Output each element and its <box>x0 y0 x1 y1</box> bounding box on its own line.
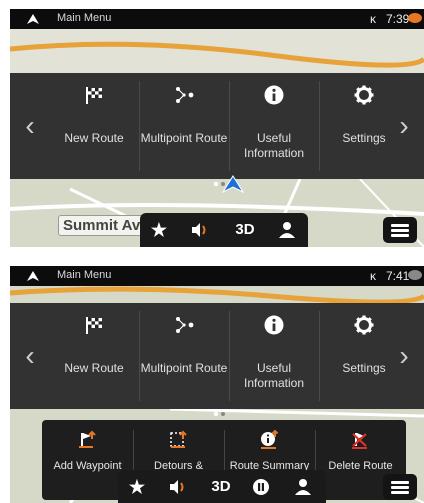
chevron-left-icon[interactable]: ‹ <box>10 303 50 409</box>
screen-main-menu: Main Menu ĸ 7:39 ‹ New Route Multipoint … <box>10 9 424 247</box>
view-mode-3d-button[interactable]: 3D <box>206 477 236 497</box>
screen-title: Main Menu <box>57 12 112 24</box>
menu-item-useful-information[interactable]: Useful Information <box>230 73 318 179</box>
menu-item-new-route[interactable]: New Route <box>50 303 138 409</box>
pause-icon[interactable] <box>248 477 274 497</box>
back-arrow-icon[interactable] <box>26 12 40 26</box>
main-menu-panel: ‹ New Route Multipoint Route Useful Info… <box>10 303 424 409</box>
hamburger-menu-icon[interactable] <box>383 474 417 500</box>
status-bar: Main Menu ĸ 7:39 <box>10 9 424 29</box>
gear-icon <box>354 85 374 105</box>
clock: 7:39 <box>386 12 410 26</box>
menu-item-multipoint-route[interactable]: Multipoint Route <box>140 303 228 409</box>
message-icon[interactable] <box>408 13 422 23</box>
screen-title: Main Menu <box>57 269 112 281</box>
view-mode-3d-button[interactable]: 3D <box>230 220 260 240</box>
back-arrow-icon[interactable] <box>26 269 40 283</box>
chevron-right-icon[interactable]: › <box>384 73 424 179</box>
message-icon[interactable] <box>408 270 422 280</box>
gps-icon: ĸ <box>370 12 376 26</box>
info-icon <box>264 315 284 335</box>
delete-route-icon <box>352 433 367 449</box>
gear-icon <box>354 315 374 335</box>
chevron-left-icon[interactable]: ‹ <box>10 73 50 179</box>
map-bottom-bar: ★ 3D <box>140 213 308 247</box>
favorites-star-icon[interactable]: ★ <box>124 477 150 497</box>
menu-item-label: Multipoint Route <box>140 131 228 145</box>
menu-item-useful-information[interactable]: Useful Information <box>230 303 318 409</box>
add-waypoint-icon <box>79 430 96 448</box>
multipoint-route-icon <box>176 87 194 103</box>
clock: 7:41 <box>386 269 410 283</box>
favorites-star-icon[interactable]: ★ <box>146 220 172 240</box>
checkered-flag-icon <box>86 317 102 334</box>
menu-item-label: Multipoint Route <box>140 361 228 375</box>
menu-item-label: Useful Information <box>243 361 305 390</box>
menu-item-multipoint-route[interactable]: Multipoint Route <box>140 73 228 179</box>
person-location-icon[interactable] <box>290 477 316 497</box>
hamburger-menu-icon[interactable] <box>383 217 417 243</box>
detour-icon <box>170 430 187 448</box>
menu-item-new-route[interactable]: New Route <box>50 73 138 179</box>
volume-icon[interactable] <box>186 220 212 240</box>
screen-main-menu-route: Main Menu ĸ 7:41 ‹ New Route Multipoint … <box>10 266 424 503</box>
multipoint-route-icon <box>176 317 194 333</box>
street-label: Summit Av <box>58 215 146 236</box>
route-item-label: Delete Route <box>328 460 393 472</box>
person-location-icon[interactable] <box>274 220 300 240</box>
route-summary-icon <box>261 430 279 449</box>
menu-item-label: New Route <box>64 361 124 375</box>
vehicle-position-icon <box>222 175 244 193</box>
map-bottom-bar: ★ 3D <box>118 470 326 503</box>
info-icon <box>264 85 284 105</box>
checkered-flag-icon <box>86 87 102 104</box>
menu-item-label: New Route <box>64 131 124 145</box>
gps-icon: ĸ <box>370 269 376 283</box>
chevron-right-icon[interactable]: › <box>384 303 424 409</box>
page-indicator <box>213 411 225 417</box>
status-bar: Main Menu ĸ 7:41 <box>10 266 424 286</box>
menu-item-label: Useful Information <box>243 131 305 160</box>
volume-icon[interactable] <box>164 477 190 497</box>
main-menu-panel: ‹ New Route Multipoint Route Useful Info… <box>10 73 424 179</box>
